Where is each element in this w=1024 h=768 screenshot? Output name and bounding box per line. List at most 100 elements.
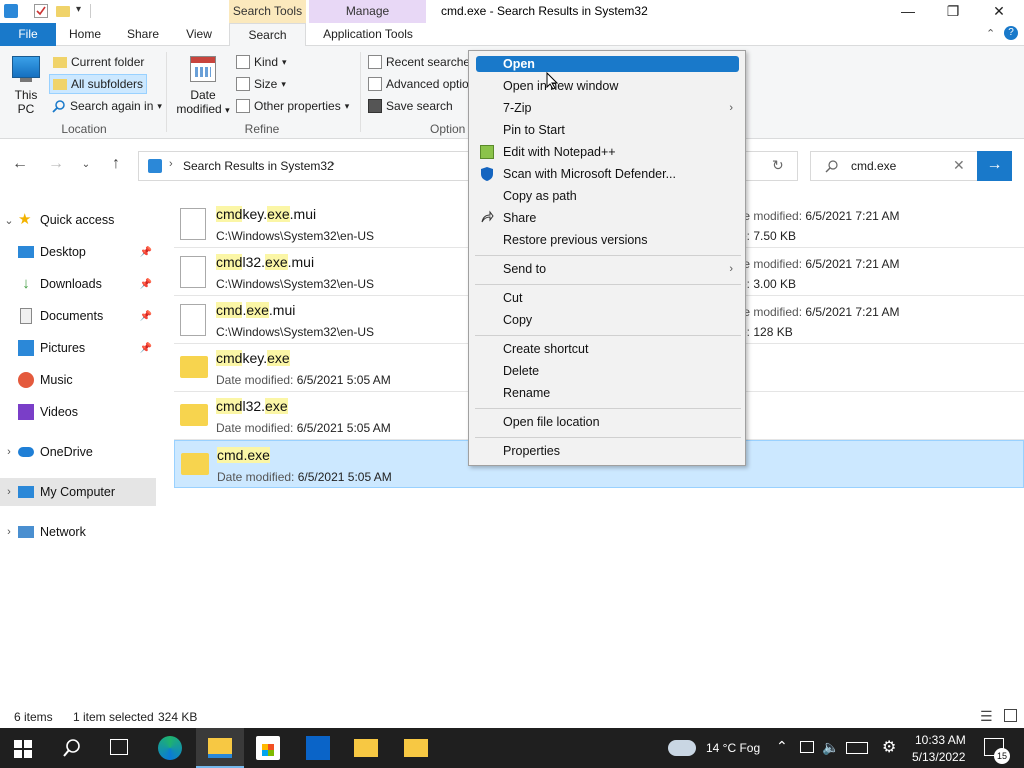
chevron-down-icon[interactable]: ⌄ bbox=[0, 214, 18, 227]
menu-item-delete[interactable]: Delete bbox=[473, 360, 741, 382]
nav-my-computer[interactable]: › My Computer bbox=[0, 478, 156, 506]
clear-search-icon[interactable]: ✕ bbox=[953, 157, 965, 174]
advanced-options-button[interactable]: Advanced optio bbox=[368, 75, 469, 93]
menu-item-rename[interactable]: Rename bbox=[473, 382, 741, 404]
edge-browser-icon[interactable] bbox=[158, 736, 182, 760]
chevron-right-icon[interactable]: › bbox=[0, 486, 18, 498]
nav-music[interactable]: Music bbox=[0, 366, 156, 394]
other-properties-label: Other properties bbox=[254, 99, 341, 113]
folder-icon bbox=[181, 453, 209, 475]
menu-item-share[interactable]: Share bbox=[473, 207, 741, 229]
search-again-in-button[interactable]: Search again in ▾ bbox=[52, 97, 162, 115]
clock-time[interactable]: 10:33 AM bbox=[915, 733, 966, 747]
menu-item-open[interactable]: Open bbox=[476, 56, 739, 72]
minimize-button[interactable]: — bbox=[885, 0, 931, 23]
quick-access-dropdown-icon[interactable]: ▾ bbox=[76, 4, 81, 15]
save-search-button[interactable]: Save search bbox=[368, 97, 453, 115]
close-button[interactable]: ✕ bbox=[976, 0, 1022, 23]
menu-item-open-file-location[interactable]: Open file location bbox=[473, 411, 741, 433]
all-subfolders-button[interactable]: All subfolders bbox=[49, 74, 148, 94]
menu-item-send-to[interactable]: Send to › bbox=[473, 258, 741, 280]
file-explorer-taskbar-button[interactable] bbox=[196, 728, 244, 768]
menu-item-pin-to-start[interactable]: Pin to Start bbox=[473, 119, 741, 141]
this-pc-button[interactable]: This PC bbox=[8, 54, 44, 116]
search-box[interactable]: cmd.exe ✕ bbox=[810, 151, 980, 181]
weather-icon[interactable] bbox=[668, 740, 696, 756]
chevron-right-icon[interactable]: › bbox=[0, 446, 18, 458]
new-folder-icon[interactable] bbox=[56, 6, 70, 17]
address-path[interactable]: Search Results in System32 bbox=[183, 159, 334, 173]
volume-icon[interactable]: 🔈 bbox=[822, 739, 839, 756]
menu-item-create-shortcut[interactable]: Create shortcut bbox=[473, 338, 741, 360]
tab-search[interactable]: Search bbox=[229, 23, 306, 47]
date-modified-button[interactable]: Date modified ▾ bbox=[173, 54, 233, 116]
chevron-down-icon: ▾ bbox=[282, 56, 287, 67]
menu-item-restore-versions[interactable]: Restore previous versions bbox=[473, 229, 741, 251]
menu-item-properties[interactable]: Properties bbox=[473, 440, 741, 462]
recent-locations-dropdown[interactable]: ⌄ bbox=[76, 159, 96, 170]
task-view-icon[interactable] bbox=[110, 739, 128, 755]
folder-icon[interactable] bbox=[404, 739, 428, 757]
pin-icon[interactable]: 📌 bbox=[140, 311, 152, 322]
file-name: cmdl32.exe.mui bbox=[216, 254, 315, 270]
nav-documents[interactable]: Documents 📌 bbox=[0, 302, 156, 330]
search-input[interactable]: cmd.exe bbox=[851, 159, 896, 173]
back-button[interactable]: ← bbox=[10, 155, 30, 173]
nav-quick-access[interactable]: ⌄ ★ Quick access bbox=[0, 206, 156, 234]
tab-home[interactable]: Home bbox=[60, 23, 110, 46]
current-folder-button[interactable]: Current folder bbox=[50, 53, 147, 71]
nav-downloads[interactable]: ↓ Downloads 📌 bbox=[0, 270, 156, 298]
large-icons-view-icon[interactable] bbox=[1004, 709, 1017, 722]
forward-button[interactable]: → bbox=[46, 155, 66, 173]
nav-network[interactable]: › Network bbox=[0, 518, 156, 546]
clock-date[interactable]: 5/13/2022 bbox=[912, 750, 965, 764]
collapse-ribbon-icon[interactable]: ⌃ bbox=[986, 27, 995, 40]
defender-shield-icon bbox=[480, 166, 496, 182]
pictures-icon bbox=[18, 340, 34, 356]
folder-icon[interactable] bbox=[354, 739, 378, 757]
recent-searches-button[interactable]: Recent searches bbox=[368, 53, 476, 71]
refresh-icon[interactable]: ↻ bbox=[772, 157, 784, 174]
menu-item-edit-notepad[interactable]: Edit with Notepad++ bbox=[473, 141, 741, 163]
menu-item-open-new-window[interactable]: Open in new window bbox=[473, 75, 741, 97]
properties-icon[interactable] bbox=[34, 4, 48, 18]
keyboard-icon[interactable] bbox=[846, 742, 868, 754]
search-icon[interactable] bbox=[62, 738, 82, 761]
menu-item-copy[interactable]: Copy bbox=[473, 309, 741, 331]
help-icon[interactable]: ? bbox=[1004, 26, 1018, 40]
file-date: Date modified: 6/5/2021 5:05 AM bbox=[216, 373, 391, 387]
pin-icon[interactable]: 📌 bbox=[140, 247, 152, 258]
nav-onedrive[interactable]: › OneDrive bbox=[0, 438, 156, 466]
tab-file[interactable]: File bbox=[0, 23, 56, 46]
search-go-button[interactable]: → bbox=[977, 151, 1012, 181]
settings-gear-icon[interactable]: ⚙ bbox=[882, 737, 896, 757]
size-button[interactable]: Size ▾ bbox=[236, 75, 286, 93]
download-icon: ↓ bbox=[22, 275, 30, 292]
menu-item-copy-as-path[interactable]: Copy as path bbox=[473, 185, 741, 207]
store-icon[interactable] bbox=[256, 736, 280, 760]
pin-icon[interactable]: 📌 bbox=[140, 343, 152, 354]
weather-text[interactable]: 14 °C Fog bbox=[706, 741, 760, 755]
cloud-icon bbox=[18, 447, 34, 457]
tab-application-tools[interactable]: Application Tools bbox=[312, 23, 424, 46]
kind-button[interactable]: Kind ▾ bbox=[236, 53, 287, 71]
tray-overflow-icon[interactable]: ⌃ bbox=[776, 738, 788, 755]
nav-videos[interactable]: Videos bbox=[0, 398, 156, 426]
details-view-icon[interactable]: ☰ bbox=[980, 708, 993, 725]
up-button[interactable]: ↑ bbox=[106, 155, 126, 173]
start-button[interactable] bbox=[14, 740, 32, 758]
chevron-right-icon[interactable]: › bbox=[0, 526, 18, 538]
pin-icon[interactable]: 📌 bbox=[140, 279, 152, 290]
app-icon[interactable] bbox=[4, 4, 18, 18]
menu-item-7zip[interactable]: 7-Zip › bbox=[473, 97, 741, 119]
other-properties-button[interactable]: Other properties ▾ bbox=[236, 97, 349, 115]
menu-item-scan-defender[interactable]: Scan with Microsoft Defender... bbox=[473, 163, 741, 185]
menu-item-cut[interactable]: Cut bbox=[473, 287, 741, 309]
tab-view[interactable]: View bbox=[176, 23, 222, 46]
mail-icon[interactable] bbox=[306, 736, 330, 760]
maximize-button[interactable]: ❐ bbox=[930, 0, 976, 23]
nav-pictures[interactable]: Pictures 📌 bbox=[0, 334, 156, 362]
network-icon[interactable] bbox=[800, 741, 814, 753]
tab-share[interactable]: Share bbox=[118, 23, 168, 46]
nav-desktop[interactable]: Desktop 📌 bbox=[0, 238, 156, 266]
